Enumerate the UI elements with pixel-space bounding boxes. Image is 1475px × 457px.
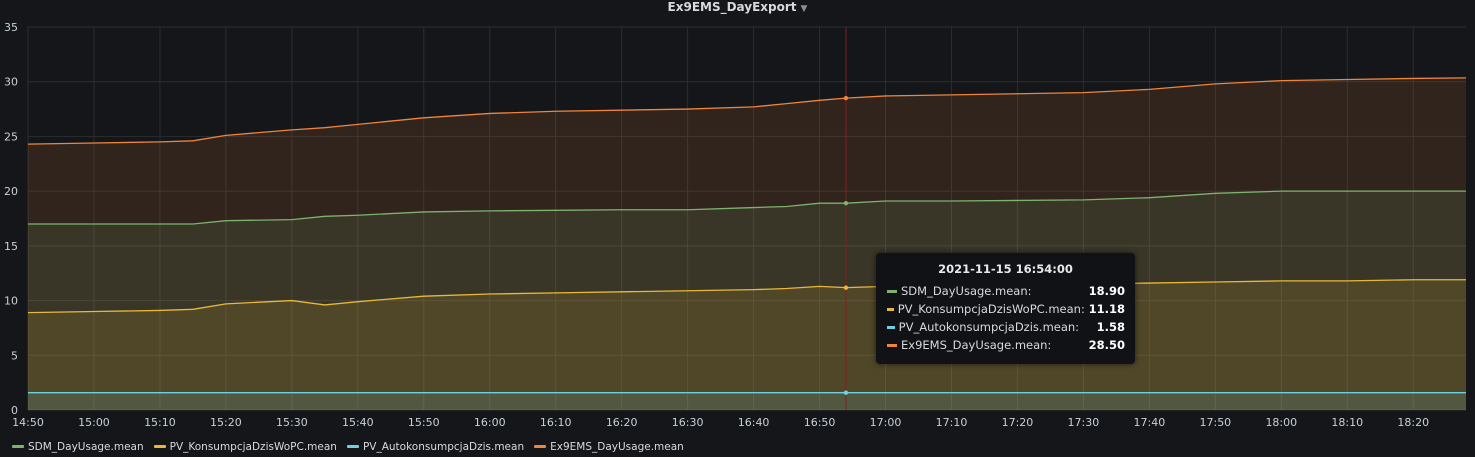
x-tick-label: 18:00: [1265, 416, 1297, 429]
y-tick-label: 35: [4, 21, 18, 34]
legend-label: SDM_DayUsage.mean: [28, 440, 144, 453]
tooltip-series-name: SDM_DayUsage.mean:: [901, 284, 1032, 298]
tooltip-series-value: 28.50: [1088, 338, 1125, 352]
x-tick-label: 16:10: [540, 416, 572, 429]
tooltip-time: 2021-11-15 16:54:00: [938, 262, 1073, 276]
tooltip-row: Ex9EMS_DayUsage.mean: 28.50: [876, 336, 1135, 354]
x-tick-label: 17:30: [1068, 416, 1100, 429]
x-tick-label: 17:00: [870, 416, 902, 429]
x-tick-label: 17:20: [1002, 416, 1034, 429]
tooltip-swatch: [887, 289, 897, 293]
tooltip-row: PV_KonsumpcjaDzisWoPC.mean: 11.18: [876, 300, 1135, 318]
x-tick-label: 16:20: [606, 416, 638, 429]
x-tick-label: 18:20: [1397, 416, 1429, 429]
tooltip-series-name: Ex9EMS_DayUsage.mean:: [901, 338, 1052, 352]
y-tick-label: 25: [4, 130, 18, 143]
tooltip-swatch: [887, 343, 897, 347]
tooltip-swatch: [887, 307, 894, 311]
x-tick-label: 15:10: [144, 416, 176, 429]
x-tick-label: 16:40: [738, 416, 770, 429]
tooltip-series-name: PV_KonsumpcjaDzisWoPC.mean:: [897, 302, 1085, 316]
legend-swatch: [12, 445, 24, 448]
tooltip-series-name: PV_AutokonsumpcjaDzis.mean:: [898, 320, 1080, 334]
legend-label: PV_AutokonsumpcjaDzis.mean: [362, 440, 525, 453]
tooltip-series-value: 11.18: [1088, 302, 1125, 316]
legend-swatch: [346, 445, 359, 448]
legend-swatch: [153, 445, 166, 448]
hover-point: [843, 200, 849, 206]
y-tick-label: 30: [4, 76, 18, 89]
x-tick-label: 15:50: [408, 416, 440, 429]
x-tick-label: 17:40: [1134, 416, 1166, 429]
y-tick-label: 20: [4, 185, 18, 198]
tooltip-series-value: 1.58: [1096, 320, 1125, 334]
x-tick-label: 15:40: [342, 416, 374, 429]
legend-item[interactable]: Ex9EMS_DayUsage.mean: [534, 441, 684, 453]
legend-item[interactable]: PV_KonsumpcjaDzisWoPC.mean: [153, 440, 337, 453]
x-tick-label: 18:10: [1331, 416, 1363, 429]
x-tick-label: 15:00: [78, 416, 110, 429]
tooltip-row: PV_AutokonsumpcjaDzis.mean: 1.58: [876, 318, 1135, 336]
tooltip-row: SDM_DayUsage.mean: 18.90: [876, 282, 1135, 300]
x-tick-label: 14:50: [12, 416, 44, 429]
x-tick-label: 15:20: [210, 416, 242, 429]
tooltip-swatch: [887, 325, 895, 329]
x-tick-label: 17:10: [936, 416, 968, 429]
chart[interactable]: 0510152025303514:50 15:00 15:10 15:20 15:30 1…: [0, 0, 1475, 437]
hover-point: [843, 95, 849, 101]
legend: SDM_DayUsage.mean PV_KonsumpcjaDzisWoPC.m…: [12, 439, 694, 455]
legend-label: Ex9EMS_DayUsage.mean: [550, 440, 684, 453]
legend-item[interactable]: PV_AutokonsumpcjaDzis.mean: [346, 440, 525, 453]
hover-point: [843, 390, 849, 395]
hover-point: [843, 285, 849, 290]
x-tick-label: 16:00: [474, 416, 506, 429]
tooltip: 2021-11-15 16:54:00 SDM_DayUsage.mean: 18…: [876, 253, 1135, 364]
y-tick-label: 15: [4, 240, 18, 253]
series-area: [28, 392, 1466, 410]
tooltip-series-value: 18.90: [1088, 284, 1125, 298]
x-tick-label: 16:50: [804, 416, 836, 429]
x-tick-label: 16:30: [672, 416, 704, 429]
x-tick-label: 17:50: [1199, 416, 1231, 429]
legend-item[interactable]: SDM_DayUsage.mean: [12, 441, 144, 453]
legend-swatch: [534, 445, 547, 448]
y-tick-label: 10: [4, 295, 18, 308]
x-tick-label: 15:30: [276, 416, 308, 429]
y-tick-label: 5: [11, 349, 18, 362]
legend-label: PV_KonsumpcjaDzisWoPC.mean: [169, 440, 337, 453]
